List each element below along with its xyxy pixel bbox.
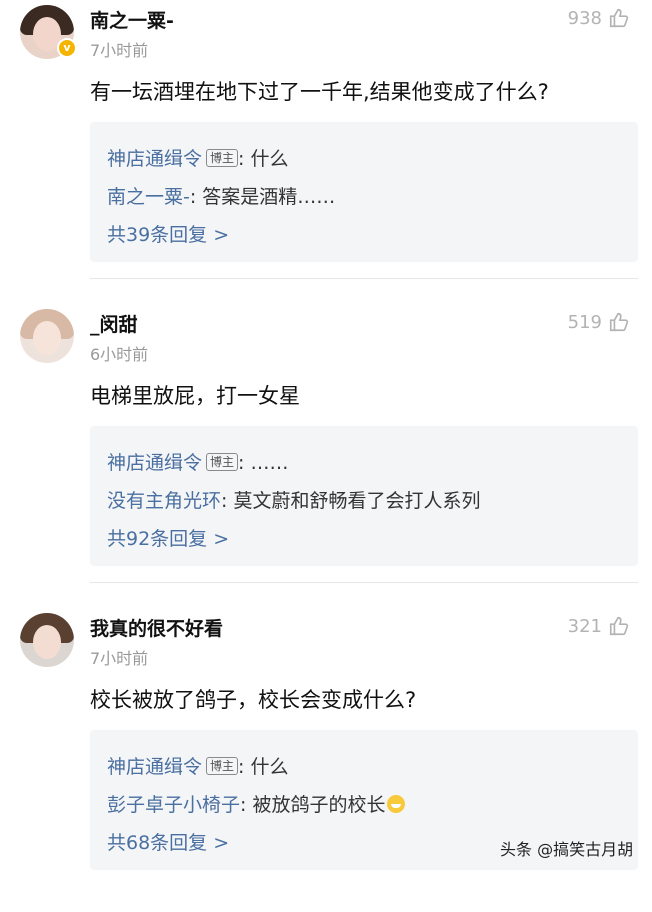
reply-author[interactable]: 神店通缉令 (107, 452, 202, 474)
reply-author[interactable]: 南之一粟- (107, 186, 190, 208)
reply: 神店通缉令 博主: …… (107, 448, 288, 475)
thumbs-up-icon (609, 616, 629, 636)
comment-time: 7小时前 (90, 649, 149, 668)
comment-card: _闵甜 6小时前 519 电梯里放屁，打一女星 神店通缉令 博主: …… 没有主角… (0, 304, 652, 608)
divider (90, 582, 638, 583)
username[interactable]: 我真的很不好看 (90, 614, 223, 641)
comment-text: 有一坛酒埋在地下过了一千年,结果他变成了什么? (90, 80, 549, 104)
comment-card: 我真的很不好看 7小时前 321 校长被放了鸽子，校长会变成什么? 神店通缉令博… (0, 608, 652, 912)
reply-box: 神店通缉令 博主: …… 没有主角光环: 莫文蔚和舒畅看了会打人系列 共92条回复… (90, 426, 638, 566)
username[interactable]: 南之一粟- (90, 6, 174, 33)
like-button[interactable]: 321 (568, 614, 630, 638)
reply-author[interactable]: 没有主角光环 (107, 490, 221, 512)
reply-content: : 被放鸽子的校长 (240, 794, 386, 816)
author-tag: 博主 (206, 149, 239, 167)
comment-time: 6小时前 (90, 345, 149, 364)
more-replies-link[interactable]: 共68条回复 > (107, 828, 229, 855)
thumbs-up-icon (609, 312, 629, 332)
comment-text: 校长被放了鸽子，校长会变成什么? (90, 688, 417, 712)
comment-text: 电梯里放屁，打一女星 (90, 384, 300, 408)
reply-content: : 答案是酒精…… (189, 186, 336, 208)
verified-badge-icon: v (57, 38, 77, 58)
more-replies-link[interactable]: 共39条回复 > (107, 220, 229, 247)
reply: 南之一粟-: 答案是酒精…… (107, 182, 335, 209)
reply: 神店通缉令 博主: 什么 (107, 752, 288, 779)
author-tag: 博主 (206, 757, 239, 775)
like-count: 321 (567, 615, 602, 637)
like-count: 938 (567, 7, 602, 29)
reply-content: : 什么 (238, 148, 289, 170)
like-button[interactable]: 938 (568, 6, 630, 30)
author-tag: 博主 (206, 453, 239, 471)
reply-author[interactable]: 彭子卓子小椅子 (107, 794, 240, 816)
like-count: 519 (567, 311, 602, 333)
reply-content: : 莫文蔚和舒畅看了会打人系列 (221, 490, 481, 512)
reply-box: 神店通缉令 博主: 什么 南之一粟-: 答案是酒精…… 共39条回复 > (90, 122, 638, 262)
avatar[interactable] (20, 309, 74, 363)
like-button[interactable]: 519 (568, 310, 630, 334)
divider (90, 278, 638, 279)
comment-card: v 南之一粟- 7小时前 938 有一坛酒埋在地下过了一千年,结果他变成了什么?… (0, 0, 652, 304)
username[interactable]: _闵甜 (90, 310, 138, 337)
grinning-face-icon (387, 795, 406, 813)
thumbs-up-icon (609, 8, 629, 28)
reply-content: : …… (238, 452, 289, 474)
reply: 彭子卓子小椅子: 被放鸽子的校长 (107, 790, 406, 817)
more-replies-link[interactable]: 共92条回复 > (107, 524, 229, 551)
reply: 神店通缉令 博主: 什么 (107, 144, 288, 171)
reply-content: : 什么 (238, 756, 289, 778)
reply-author[interactable]: 神店通缉令 (107, 756, 202, 778)
reply-author[interactable]: 神店通缉令 (107, 148, 202, 170)
watermark: 头条 @搞笑古月胡 (500, 840, 634, 859)
comment-time: 7小时前 (90, 41, 149, 60)
avatar[interactable] (20, 613, 74, 667)
reply: 没有主角光环: 莫文蔚和舒畅看了会打人系列 (107, 486, 480, 513)
